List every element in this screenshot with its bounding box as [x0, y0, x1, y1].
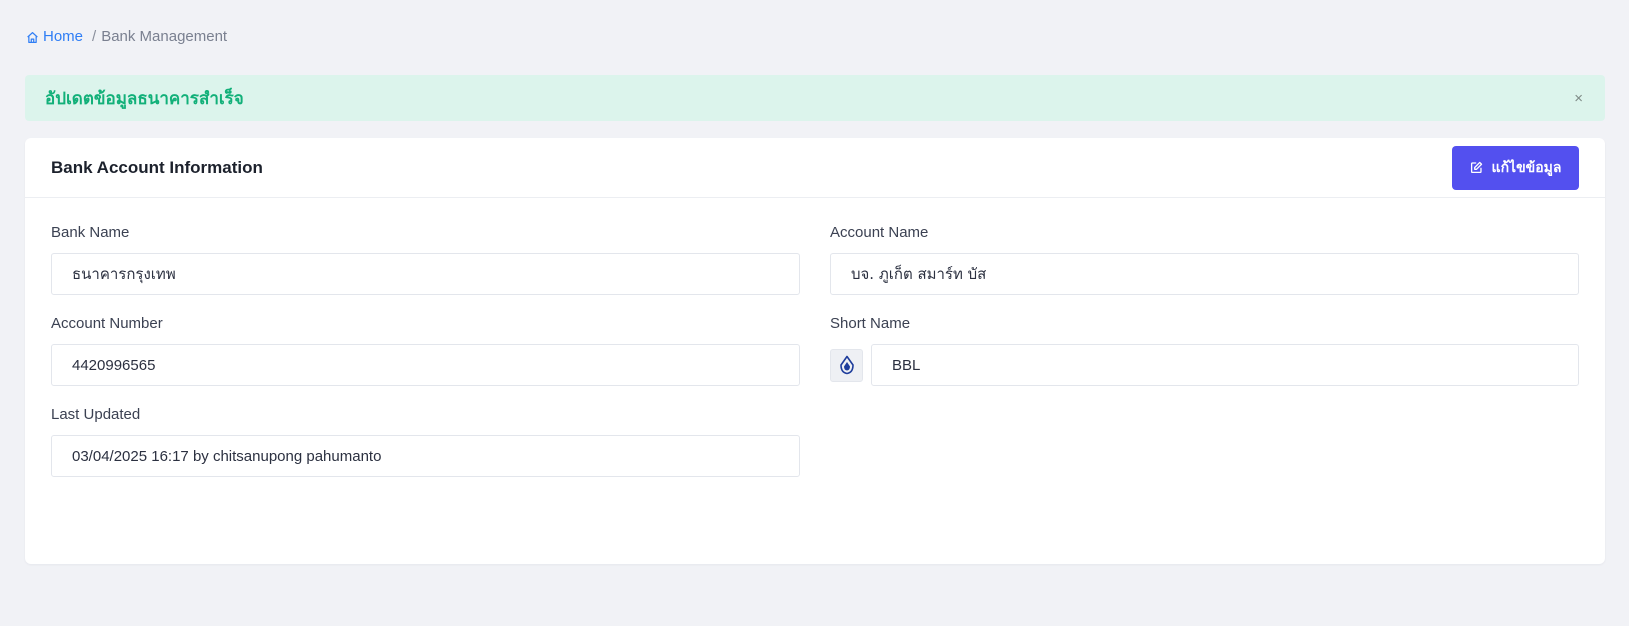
- bank-account-card: Bank Account Information แก้ไขข้อมูล Ban…: [25, 138, 1605, 564]
- account-name-field[interactable]: บจ. ภูเก็ต สมาร์ท บัส: [830, 253, 1579, 295]
- field-bank-name: Bank Name ธนาคารกรุงเทพ: [51, 224, 800, 295]
- edit-button-label: แก้ไขข้อมูล: [1491, 159, 1562, 176]
- breadcrumb-home-label[interactable]: Home: [43, 27, 83, 47]
- account-name-label: Account Name: [830, 224, 929, 241]
- short-name-field[interactable]: BBL: [871, 344, 1579, 386]
- last-updated-label: Last Updated: [51, 406, 141, 423]
- short-name-row: BBL: [830, 344, 1579, 386]
- edit-icon: [1470, 161, 1482, 174]
- success-alert: อัปเดตข้อมูลธนาคารสำเร็จ ×: [25, 75, 1605, 121]
- field-account-number: Account Number 4420996565: [51, 315, 800, 386]
- account-number-field[interactable]: 4420996565: [51, 344, 800, 386]
- account-number-label: Account Number: [51, 315, 163, 332]
- home-icon: [27, 31, 38, 43]
- card-body: Bank Name ธนาคารกรุงเทพ Account Name บจ.…: [25, 198, 1605, 477]
- bank-name-field[interactable]: ธนาคารกรุงเทพ: [51, 253, 800, 295]
- close-icon[interactable]: ×: [1574, 91, 1583, 106]
- card-header: Bank Account Information แก้ไขข้อมูล: [25, 138, 1605, 198]
- short-name-label: Short Name: [830, 315, 911, 332]
- field-last-updated: Last Updated 03/04/2025 16:17 by chitsan…: [51, 406, 800, 477]
- field-account-name: Account Name บจ. ภูเก็ต สมาร์ท บัส: [830, 224, 1579, 295]
- bangkok-bank-logo-icon: [830, 348, 863, 382]
- breadcrumb: Home / Bank Management: [26, 27, 227, 47]
- edit-button[interactable]: แก้ไขข้อมูล: [1452, 145, 1579, 190]
- breadcrumb-separator: /: [92, 28, 97, 45]
- alert-message: อัปเดตข้อมูลธนาคารสำเร็จ: [45, 88, 244, 109]
- breadcrumb-home-link[interactable]: Home: [26, 27, 83, 47]
- bank-name-label: Bank Name: [51, 224, 130, 241]
- card-title: Bank Account Information: [51, 157, 263, 177]
- last-updated-field[interactable]: 03/04/2025 16:17 by chitsanupong pahuman…: [51, 435, 800, 477]
- page: Home / Bank Management อัปเดตข้อมูลธนาคา…: [0, 0, 1629, 626]
- breadcrumb-current: Bank Management: [101, 28, 228, 45]
- field-short-name: Short Name BBL: [830, 315, 1579, 386]
